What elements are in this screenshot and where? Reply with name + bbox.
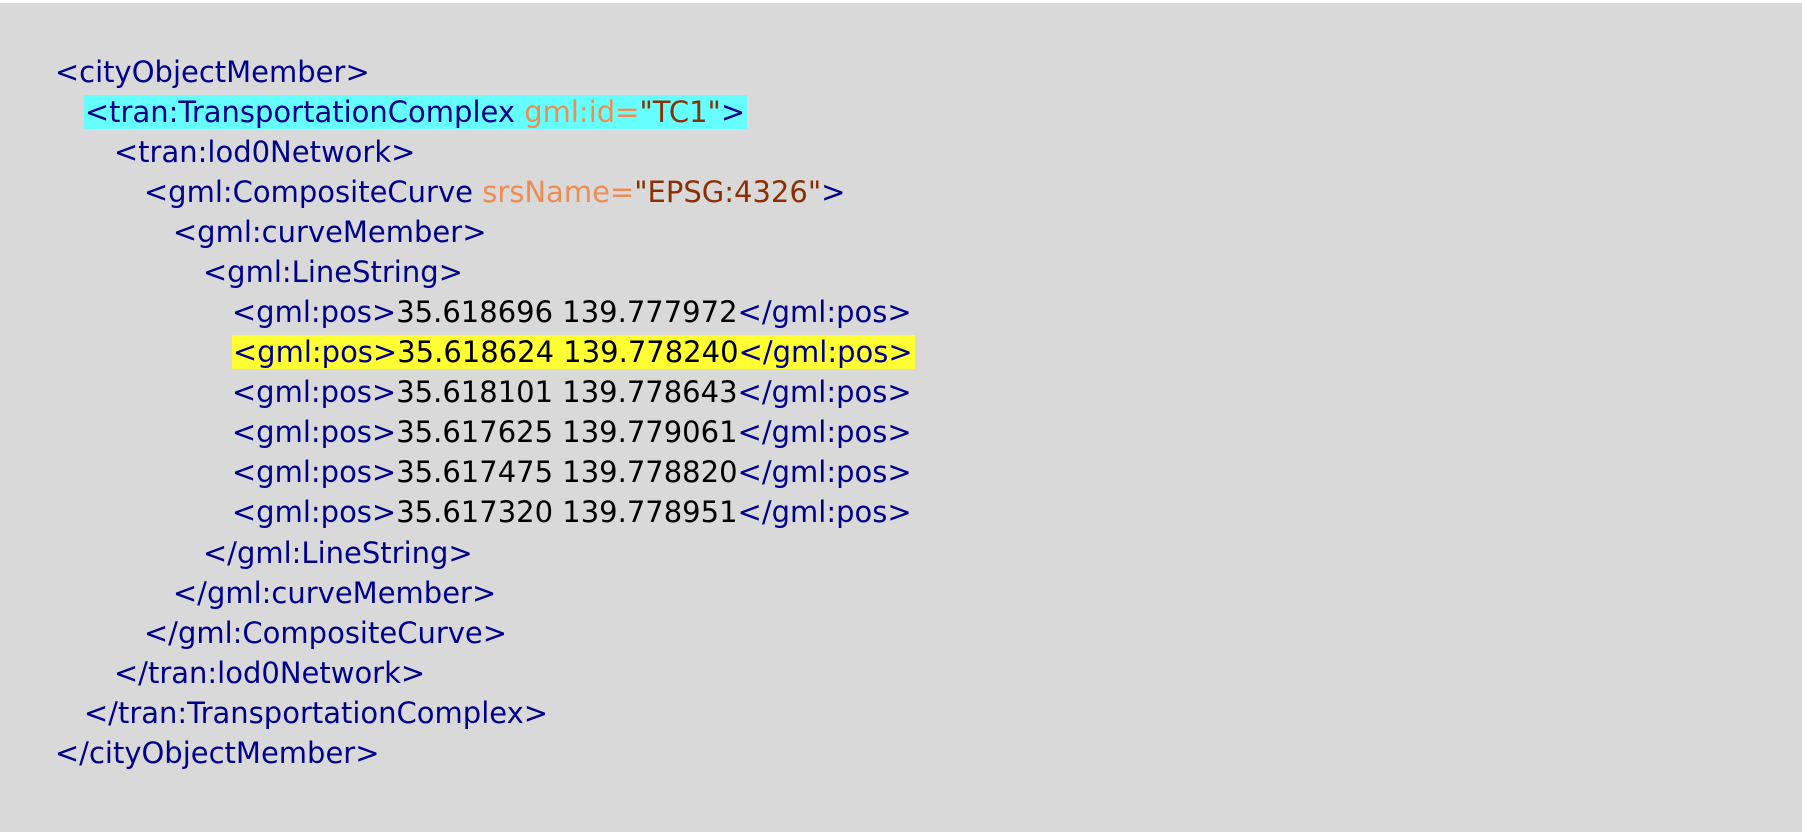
code-line-city-object-member-close: </cityObjectMember> xyxy=(18,684,380,770)
xml-attribute-name: srsName= xyxy=(482,175,635,209)
xml-tag: </cityObjectMember> xyxy=(54,736,380,770)
xml-tag-close: </gml:pos> xyxy=(737,495,912,529)
xml-code-panel: <cityObjectMember> <tran:TransportationC… xyxy=(0,3,1802,832)
xml-tag-close: > xyxy=(821,175,846,209)
xml-attribute-value: "EPSG:4326" xyxy=(634,175,822,209)
code-line-pos-6: <gml:pos>35.617320 139.778951</gml:pos> xyxy=(195,443,912,529)
